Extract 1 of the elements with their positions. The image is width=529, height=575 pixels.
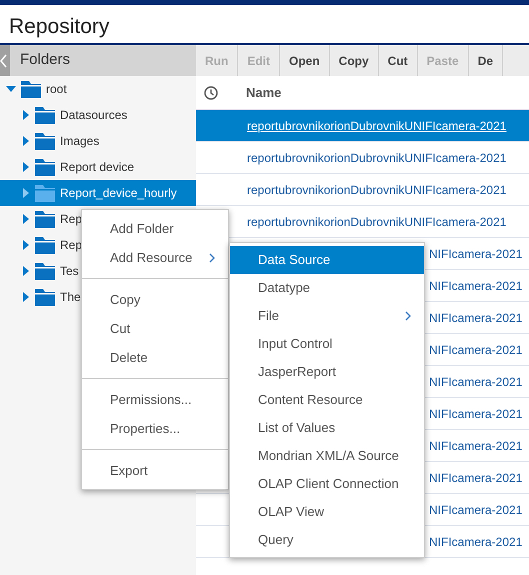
folders-label: Folders (19, 50, 72, 70)
